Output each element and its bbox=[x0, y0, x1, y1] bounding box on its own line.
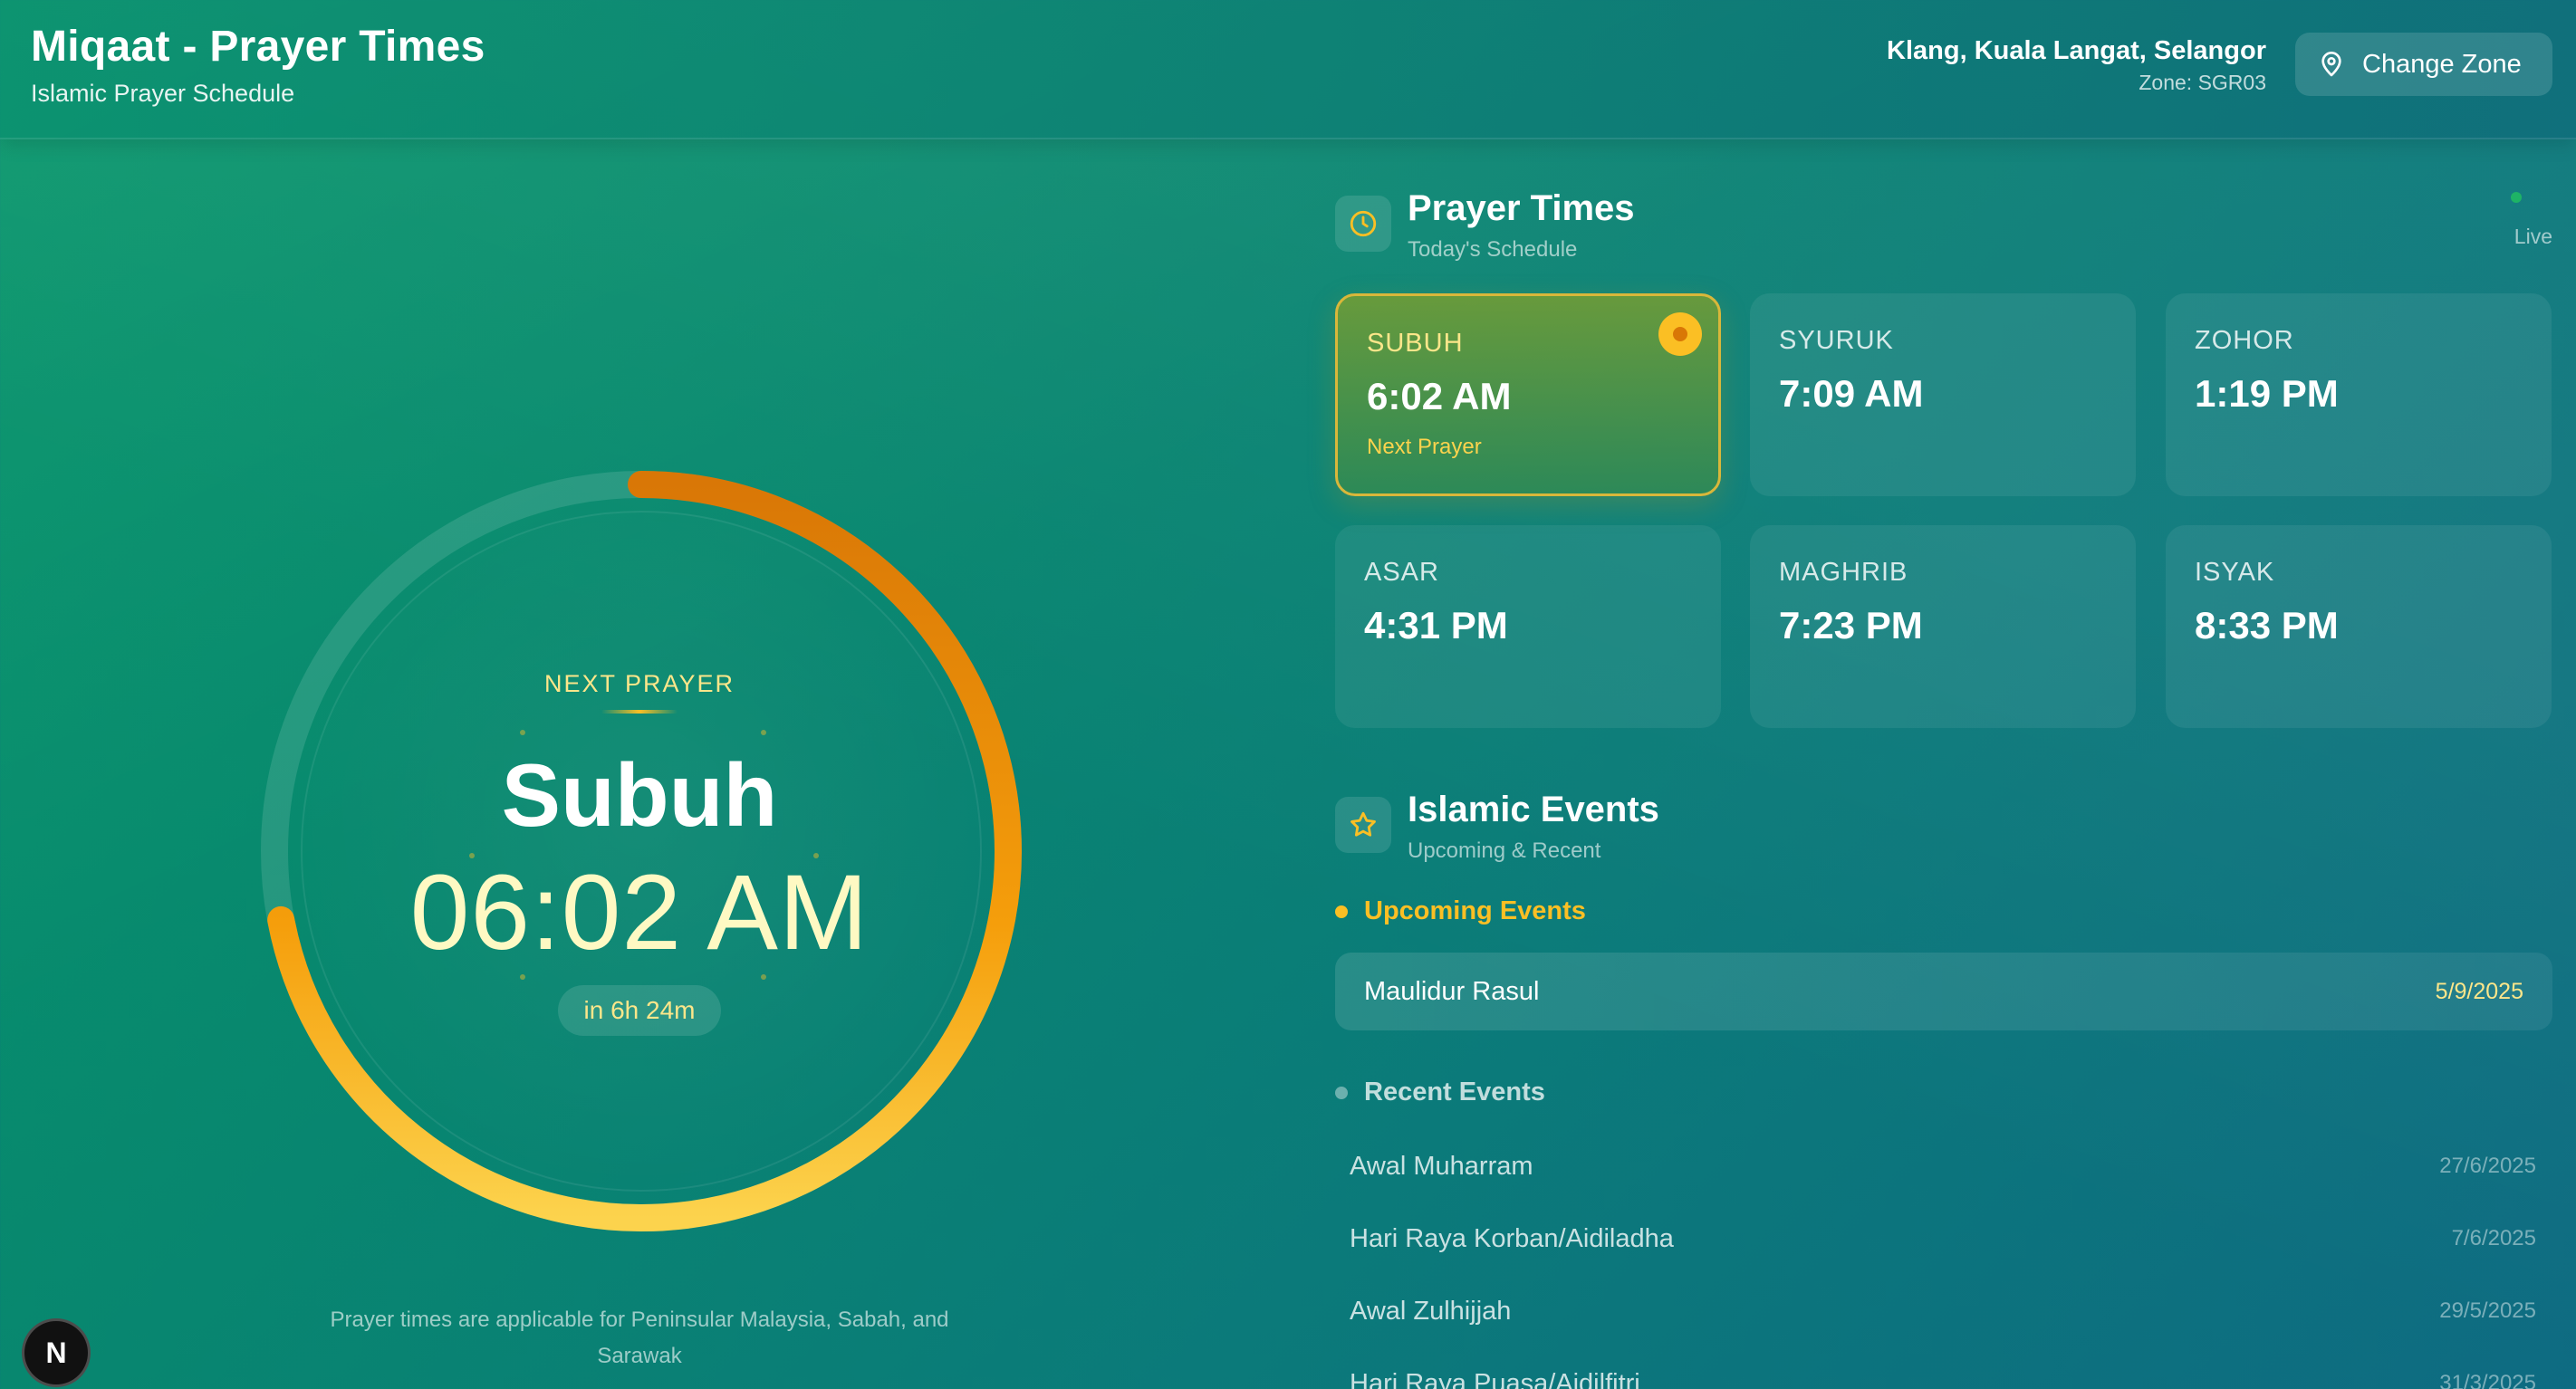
event-date: 5/9/2025 bbox=[2435, 978, 2523, 1004]
recent-event-item[interactable]: Awal Muharram 27/6/2025 bbox=[1335, 1139, 2552, 1193]
map-pin-icon bbox=[2321, 52, 2341, 77]
change-zone-button[interactable]: Change Zone bbox=[2295, 33, 2552, 96]
event-name: Awal Zulhijjah bbox=[1350, 1296, 1512, 1326]
prayer-card-asar[interactable]: ASAR 4:31 PM bbox=[1335, 525, 1721, 728]
upcoming-events-label: Upcoming Events bbox=[1364, 896, 1586, 925]
event-name: Maulidur Rasul bbox=[1364, 976, 1540, 1006]
live-label: Live bbox=[2514, 225, 2552, 248]
next-prayer-name: Subuh bbox=[501, 745, 778, 845]
prayer-name: MAGHRIB bbox=[1779, 558, 1908, 587]
decor-dot bbox=[761, 974, 766, 980]
event-date: 7/6/2025 bbox=[2451, 1226, 2536, 1250]
recent-events-label: Recent Events bbox=[1364, 1078, 1545, 1106]
prayer-name: ASAR bbox=[1364, 558, 1439, 587]
change-zone-label: Change Zone bbox=[2362, 49, 2522, 79]
next-prayer-time: 06:02 AM bbox=[409, 853, 870, 972]
prayer-times-subtitle: Today's Schedule bbox=[1408, 237, 1578, 262]
next-prayer-tag: Next Prayer bbox=[1367, 435, 1482, 459]
prayer-times-icon-box bbox=[1335, 196, 1391, 252]
upcoming-event-item[interactable]: Maulidur Rasul 5/9/2025 bbox=[1335, 953, 2552, 1030]
prayer-time: 1:19 PM bbox=[2195, 372, 2339, 415]
next-prayer-label: NEXT PRAYER bbox=[543, 670, 735, 697]
event-name: Awal Muharram bbox=[1350, 1151, 1533, 1181]
events-icon-box bbox=[1335, 797, 1391, 853]
prayer-card-subuh[interactable]: SUBUH 6:02 AM Next Prayer bbox=[1335, 293, 1721, 496]
decor-dot bbox=[520, 974, 525, 980]
recent-events-heading: Recent Events bbox=[1335, 1078, 1545, 1107]
coverage-footnote: Prayer times are applicable for Peninsul… bbox=[330, 1308, 949, 1368]
next-prayer-underline bbox=[601, 710, 678, 714]
dev-tools-badge[interactable]: N bbox=[22, 1318, 91, 1387]
event-date: 27/6/2025 bbox=[2439, 1154, 2536, 1178]
events-title: Islamic Events bbox=[1408, 790, 1659, 829]
time-remaining-badge: in 6h 24m bbox=[558, 985, 721, 1036]
events-subtitle: Upcoming & Recent bbox=[1408, 838, 1601, 863]
decor-dot bbox=[761, 730, 766, 735]
event-name: Hari Raya Korban/Aidiladha bbox=[1350, 1223, 1674, 1253]
live-indicator-dot bbox=[2511, 192, 2522, 203]
upcoming-events-heading: Upcoming Events bbox=[1335, 896, 1586, 926]
prayer-time: 7:09 AM bbox=[1779, 372, 1924, 415]
app-header: Miqaat - Prayer Times Islamic Prayer Sch… bbox=[0, 0, 2576, 139]
prayer-times-title: Prayer Times bbox=[1408, 188, 1635, 228]
app-title: Miqaat - Prayer Times bbox=[31, 23, 485, 71]
prayer-time: 7:23 PM bbox=[1779, 604, 1923, 647]
event-name: Hari Raya Puasa/Aidilfitri bbox=[1350, 1368, 1640, 1389]
decor-dot bbox=[520, 730, 525, 735]
event-date: 29/5/2025 bbox=[2439, 1298, 2536, 1323]
prayer-card-syuruk[interactable]: SYURUK 7:09 AM bbox=[1750, 293, 2136, 496]
prayer-time: 6:02 AM bbox=[1367, 375, 1512, 417]
prayer-time: 4:31 PM bbox=[1364, 604, 1508, 647]
recent-event-item[interactable]: Hari Raya Puasa/Aidilfitri 31/3/2025 bbox=[1335, 1356, 2552, 1389]
prayer-card-isyak[interactable]: ISYAK 8:33 PM bbox=[2166, 525, 2552, 728]
recent-event-item[interactable]: Hari Raya Korban/Aidiladha 7/6/2025 bbox=[1335, 1212, 2552, 1266]
prayer-time: 8:33 PM bbox=[2195, 604, 2339, 647]
prayer-name: ISYAK bbox=[2195, 558, 2275, 587]
recent-bullet-icon bbox=[1335, 1086, 1348, 1099]
location-name: Klang, Kuala Langat, Selangor bbox=[1887, 36, 2266, 65]
active-indicator-icon bbox=[1658, 312, 1702, 356]
event-date: 31/3/2025 bbox=[2439, 1371, 2536, 1389]
prayer-card-zohor[interactable]: ZOHOR 1:19 PM bbox=[2166, 293, 2552, 496]
prayer-card-maghrib[interactable]: MAGHRIB 7:23 PM bbox=[1750, 525, 2136, 728]
app-subtitle: Islamic Prayer Schedule bbox=[31, 80, 295, 107]
recent-event-item[interactable]: Awal Zulhijjah 29/5/2025 bbox=[1335, 1284, 2552, 1338]
prayer-name: SYURUK bbox=[1779, 326, 1894, 355]
clock-icon bbox=[1350, 210, 1377, 237]
star-icon bbox=[1350, 811, 1376, 837]
prayer-name: SUBUH bbox=[1367, 329, 1464, 358]
prayer-name: ZOHOR bbox=[2195, 326, 2294, 355]
zone-code: Zone: SGR03 bbox=[2139, 71, 2266, 94]
upcoming-bullet-icon bbox=[1335, 905, 1348, 918]
